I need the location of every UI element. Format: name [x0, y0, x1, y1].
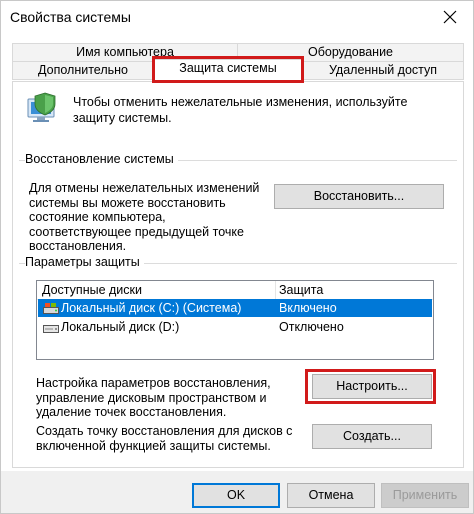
tab-label: Удаленный доступ [328, 63, 438, 77]
title-bar: Свойства системы [1, 1, 473, 35]
ok-button[interactable]: OK [192, 483, 280, 508]
system-protection-icon [27, 92, 56, 122]
create-button[interactable]: Создать... [312, 424, 432, 449]
drive-protection-state: Включено [279, 301, 337, 315]
close-button[interactable] [435, 3, 465, 31]
drive-name: Локальный диск (D:) [61, 320, 180, 334]
drive-row-d[interactable]: Локальный диск (D:) Отключено [38, 318, 432, 336]
restore-button[interactable]: Восстановить... [274, 184, 444, 209]
protection-section-title: Параметры защиты [25, 255, 144, 269]
tab-label: Оборудование [307, 45, 394, 59]
window-title: Свойства системы [10, 9, 131, 25]
drive-protection-state: Отключено [279, 320, 344, 334]
close-icon [443, 10, 457, 24]
cancel-button[interactable]: Отмена [287, 483, 375, 508]
tab-remote[interactable]: Удаленный доступ [302, 61, 464, 80]
configure-button[interactable]: Настроить... [312, 374, 432, 399]
restore-section-title: Восстановление системы [25, 152, 178, 166]
tab-label: Дополнительно [38, 63, 128, 77]
intro-text: Чтобы отменить нежелательные изменения, … [73, 95, 408, 125]
drives-list-header: Доступные диски Защита [37, 281, 433, 300]
drive-name: Локальный диск (C:) (Система) [61, 301, 242, 315]
column-header-drives[interactable]: Доступные диски [42, 283, 142, 297]
column-header-protection[interactable]: Защита [279, 283, 323, 297]
system-properties-window: Свойства системы Имя компьютера Оборудов… [0, 0, 474, 514]
drives-list[interactable]: Доступные диски Защита Локальный диск (C… [36, 280, 434, 360]
system-drive-icon [43, 303, 59, 314]
tab-label: Имя компьютера [76, 45, 174, 59]
drive-icon [43, 325, 59, 333]
drive-row-c[interactable]: Локальный диск (C:) (Система) Включено [38, 299, 432, 317]
create-description: Создать точку восстановления для дисков … [36, 424, 293, 453]
restore-description: Для отмены нежелательных изменений систе… [29, 181, 260, 253]
configure-description: Настройка параметров восстановления, упр… [36, 376, 271, 419]
tab-advanced[interactable]: Дополнительно [12, 61, 154, 80]
tab-system-protection[interactable]: Защита системы [153, 59, 303, 81]
tab-label: Защита системы [179, 61, 277, 75]
apply-button[interactable]: Применить [381, 483, 469, 508]
column-separator[interactable] [275, 281, 276, 300]
dialog-footer: OK Отмена Применить [1, 471, 473, 513]
